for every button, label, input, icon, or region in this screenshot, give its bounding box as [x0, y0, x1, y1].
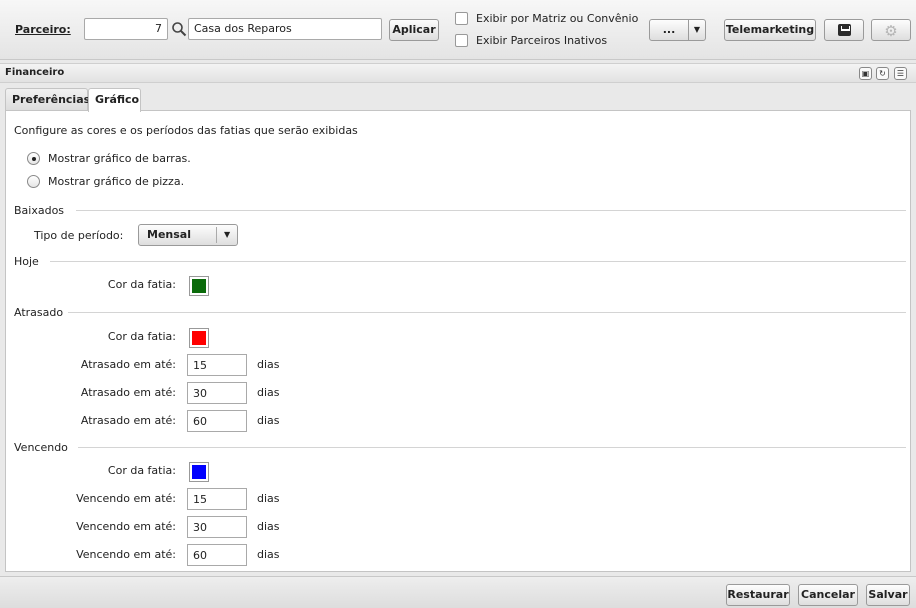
period-type-label: Tipo de período: — [34, 229, 124, 242]
vencendo-days-input-1[interactable]: 15 — [187, 488, 247, 510]
exibir-matriz-label: Exibir por Matriz ou Convênio — [476, 12, 639, 25]
top-toolbar: Parceiro: 7 Casa dos Reparos Aplicar Exi… — [0, 0, 916, 60]
cancelar-button[interactable]: Cancelar — [798, 584, 858, 606]
atrasado-row-label: Atrasado em até: — [80, 414, 176, 427]
vencendo-days-input-2[interactable]: 30 — [187, 516, 247, 538]
refresh-icon[interactable]: ↻ — [876, 67, 889, 80]
inbox-icon — [837, 24, 851, 36]
atrasado-row-label: Atrasado em até: — [80, 386, 176, 399]
section-atrasado-title: Atrasado — [14, 306, 64, 319]
hoje-color-label: Cor da fatia: — [107, 278, 176, 291]
more-actions-button[interactable]: ... — [649, 19, 689, 41]
atrasado-color-swatch — [192, 331, 206, 345]
parceiro-label[interactable]: Parceiro: — [15, 23, 71, 36]
days-unit: dias — [257, 414, 280, 427]
tab-preferencias[interactable]: Preferências — [5, 88, 90, 111]
period-type-value: Mensal — [147, 228, 191, 241]
atrasado-days-input-1[interactable]: 15 — [187, 354, 247, 376]
salvar-button[interactable]: Salvar — [866, 584, 910, 606]
pie-chart-radio[interactable] — [27, 175, 40, 188]
bar-chart-label[interactable]: Mostrar gráfico de barras. — [48, 152, 191, 165]
search-icon[interactable] — [171, 21, 187, 37]
section-vencendo-title: Vencendo — [14, 441, 68, 454]
pie-chart-label[interactable]: Mostrar gráfico de pizza. — [48, 175, 184, 188]
list-icon[interactable]: ☰ — [894, 67, 907, 80]
exibir-matriz-checkbox[interactable] — [455, 12, 468, 25]
inbox-button[interactable] — [824, 19, 864, 41]
parceiro-name-input[interactable]: Casa dos Reparos — [188, 18, 382, 40]
vencendo-row-label: Vencendo em até: — [76, 548, 176, 561]
windows-icon[interactable]: ▣ — [859, 67, 872, 80]
aplicar-button[interactable]: Aplicar — [389, 19, 439, 41]
exibir-inativos-checkbox[interactable] — [455, 34, 468, 47]
atrasado-color-picker[interactable] — [189, 328, 209, 348]
section-baixados-title: Baixados — [14, 204, 65, 217]
panel-title: Financeiro — [5, 67, 65, 78]
intro-text: Configure as cores e os períodos das fat… — [14, 124, 358, 137]
vencendo-row-label: Vencendo em até: — [76, 520, 176, 533]
section-divider — [78, 447, 906, 448]
days-unit: dias — [257, 358, 280, 371]
section-divider — [50, 261, 906, 262]
tab-grafico[interactable]: Gráfico — [88, 88, 141, 112]
hoje-color-picker[interactable] — [189, 276, 209, 296]
select-divider — [216, 227, 217, 243]
days-unit: dias — [257, 520, 280, 533]
parceiro-code-input[interactable]: 7 — [84, 18, 168, 40]
days-unit: dias — [257, 548, 280, 561]
section-hoje-title: Hoje — [14, 255, 39, 268]
atrasado-color-label: Cor da fatia: — [107, 330, 176, 343]
panel-header: Financeiro ▣ ↻ ☰ — [0, 63, 916, 83]
bar-chart-radio[interactable] — [27, 152, 40, 165]
vencendo-color-swatch — [192, 465, 206, 479]
chevron-down-icon: ▼ — [224, 230, 231, 239]
hoje-color-swatch — [192, 279, 206, 293]
more-actions-dropdown[interactable]: ▼ — [688, 19, 706, 41]
settings-button[interactable]: ⚙ — [871, 19, 911, 41]
days-unit: dias — [257, 492, 280, 505]
atrasado-row-label: Atrasado em até: — [80, 358, 176, 371]
footer-bar: Restaurar Cancelar Salvar — [0, 576, 916, 608]
section-divider — [76, 210, 906, 211]
telemarketing-button[interactable]: Telemarketing — [724, 19, 816, 41]
atrasado-days-input-2[interactable]: 30 — [187, 382, 247, 404]
vencendo-color-label: Cor da fatia: — [107, 464, 176, 477]
section-divider — [68, 312, 906, 313]
atrasado-days-input-3[interactable]: 60 — [187, 410, 247, 432]
vencendo-days-input-3[interactable]: 60 — [187, 544, 247, 566]
restaurar-button[interactable]: Restaurar — [726, 584, 790, 606]
vencendo-row-label: Vencendo em até: — [76, 492, 176, 505]
grafico-content: Configure as cores e os períodos das fat… — [5, 110, 911, 572]
period-type-select[interactable]: Mensal ▼ — [138, 224, 238, 246]
exibir-inativos-label: Exibir Parceiros Inativos — [476, 34, 608, 47]
days-unit: dias — [257, 386, 280, 399]
gear-icon: ⚙ — [884, 22, 898, 40]
vencendo-color-picker[interactable] — [189, 462, 209, 482]
